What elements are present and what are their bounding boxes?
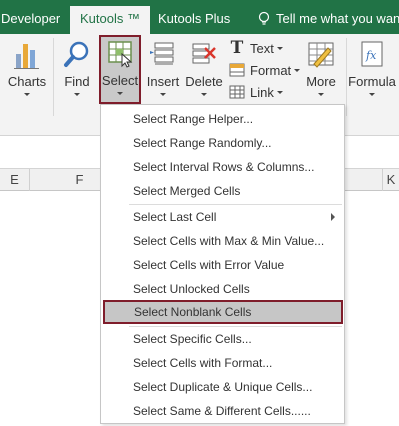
- more-tools-icon: [308, 42, 334, 68]
- format-icon: [228, 62, 246, 78]
- ribbon-tab-bar: Developer Kutools ™ Kutools Plus Tell me…: [0, 0, 399, 34]
- tab-kutools-plus[interactable]: Kutools Plus: [158, 8, 258, 34]
- formula-label: Formula: [348, 74, 396, 89]
- insert-rows-icon: [150, 42, 174, 65]
- menu-item-select-cells-with-format[interactable]: Select Cells with Format...: [102, 351, 343, 375]
- delete-rows-icon: [192, 43, 216, 64]
- menu-item-select-same-different[interactable]: Select Same & Different Cells......: [102, 399, 343, 423]
- text-label: Text: [250, 40, 274, 56]
- chevron-down-icon: [201, 93, 207, 96]
- select-button[interactable]: Select: [99, 35, 141, 104]
- link-button[interactable]: Link: [228, 82, 283, 102]
- bar-chart-icon: [14, 44, 39, 69]
- charts-label: Charts: [7, 74, 47, 89]
- find-button[interactable]: Find: [55, 36, 99, 102]
- tab-developer[interactable]: Developer: [0, 8, 62, 34]
- tell-me-text: Tell me what you want t: [276, 11, 399, 26]
- insert-button[interactable]: Insert: [143, 36, 183, 102]
- chevron-down-icon: [276, 46, 283, 50]
- menu-item-select-nonblank-cells[interactable]: Select Nonblank Cells: [103, 300, 343, 324]
- menu-item-select-range-randomly[interactable]: Select Range Randomly...: [102, 131, 343, 155]
- ribbon-divider: [346, 38, 347, 116]
- insert-label: Insert: [146, 74, 180, 89]
- formula-button[interactable]: fx Formula: [348, 36, 396, 102]
- menu-item-select-unlocked-cells[interactable]: Select Unlocked Cells: [102, 277, 343, 301]
- formula-icon: fx: [361, 41, 383, 67]
- link-icon: [228, 84, 246, 100]
- menu-item-select-range-helper[interactable]: Select Range Helper...: [102, 107, 343, 131]
- magnifier-icon: [64, 41, 89, 67]
- chevron-down-icon: [117, 92, 123, 95]
- menu-item-select-last-cell[interactable]: Select Last Cell: [102, 205, 343, 229]
- menu-item-select-specific-cells[interactable]: Select Specific Cells...: [102, 327, 343, 351]
- menu-item-select-merged-cells[interactable]: Select Merged Cells: [102, 179, 343, 203]
- ribbon-divider: [53, 38, 54, 116]
- chevron-down-icon: [24, 93, 30, 96]
- text-icon: T: [230, 38, 244, 58]
- chevron-down-icon: [160, 93, 166, 96]
- menu-item-select-error-value[interactable]: Select Cells with Error Value: [102, 253, 343, 277]
- menu-item-select-max-min[interactable]: Select Cells with Max & Min Value...: [102, 229, 343, 253]
- delete-button[interactable]: Delete: [184, 36, 224, 102]
- format-button[interactable]: Format: [228, 60, 301, 80]
- select-cells-icon: [108, 41, 133, 68]
- more-label: More: [306, 74, 336, 89]
- delete-label: Delete: [185, 74, 223, 89]
- svg-text:fx: fx: [365, 49, 377, 62]
- format-label: Format: [250, 62, 292, 78]
- charts-button[interactable]: Charts: [3, 36, 51, 102]
- tab-kutools[interactable]: Kutools ™: [70, 6, 150, 34]
- select-dropdown-menu: Select Range Helper... Select Range Rand…: [100, 104, 345, 424]
- column-header-e[interactable]: E: [0, 169, 30, 191]
- find-label: Find: [64, 74, 90, 89]
- more-button[interactable]: More: [298, 36, 344, 102]
- menu-item-select-duplicate-unique[interactable]: Select Duplicate & Unique Cells...: [102, 375, 343, 399]
- menu-item-label: Select Last Cell: [133, 210, 217, 224]
- chevron-down-icon: [74, 93, 80, 96]
- chevron-down-icon: [369, 93, 375, 96]
- lightbulb-icon: [258, 11, 270, 25]
- link-label: Link: [250, 84, 274, 100]
- tell-me-search[interactable]: Tell me what you want t: [258, 8, 399, 30]
- column-header-k[interactable]: K: [382, 169, 399, 191]
- chevron-down-icon: [318, 93, 324, 96]
- select-label: Select: [101, 73, 139, 88]
- menu-item-select-interval-rows-columns[interactable]: Select Interval Rows & Columns...: [102, 155, 343, 179]
- chevron-down-icon: [276, 90, 283, 94]
- text-button[interactable]: T Text: [228, 38, 283, 58]
- submenu-arrow-icon: [331, 213, 335, 221]
